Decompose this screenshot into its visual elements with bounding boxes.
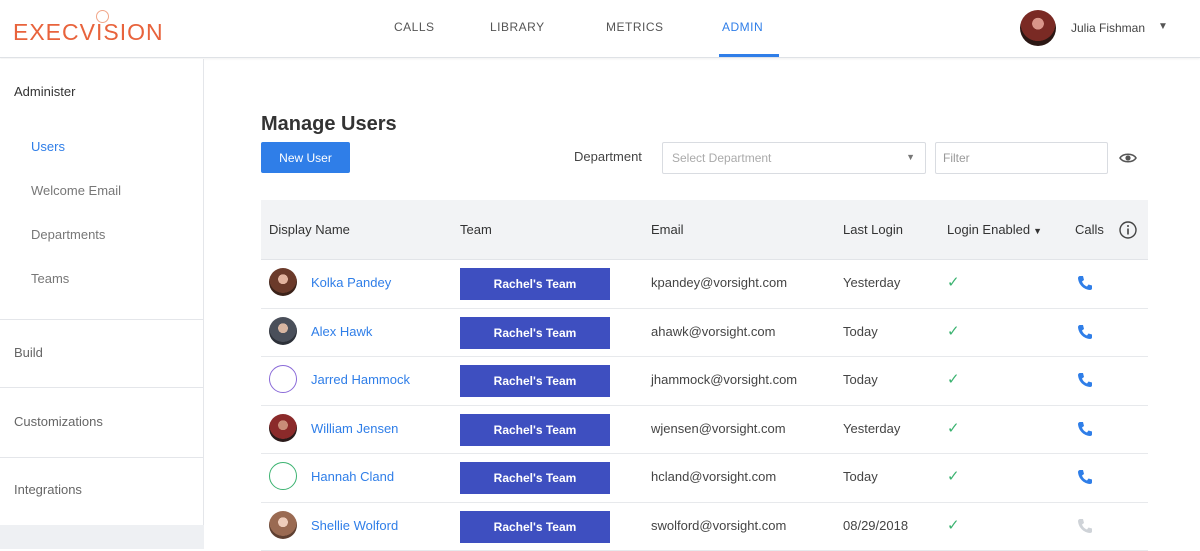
team-chip[interactable]: Rachel's Team (460, 268, 610, 300)
department-select-placeholder: Select Department (672, 151, 771, 165)
sidebar-divider (0, 319, 204, 320)
table-row: Jarred Hammock Rachel's Team jhammock@vo… (261, 357, 1148, 406)
user-email: ahawk@vorsight.com (651, 324, 775, 339)
user-avatar (269, 268, 297, 296)
column-header-last-login[interactable]: Last Login (843, 222, 903, 237)
chevron-down-icon[interactable]: ▼ (1158, 21, 1168, 32)
new-user-button[interactable]: New User (261, 142, 350, 173)
user-name-link[interactable]: Jarred Hammock (311, 372, 410, 387)
check-icon: ✓ (947, 467, 960, 485)
column-header-login-enabled[interactable]: Login Enabled▼ (947, 222, 1042, 237)
user-avatar (269, 365, 297, 393)
user-email: swolford@vorsight.com (651, 518, 786, 533)
sidebar-item-teams[interactable]: Teams (31, 271, 69, 286)
table-row: Kolka Pandey Rachel's Team kpandey@vorsi… (261, 260, 1148, 309)
user-name-link[interactable]: Kolka Pandey (311, 275, 391, 290)
filter-input[interactable] (935, 142, 1108, 174)
check-icon: ✓ (947, 419, 960, 437)
sidebar-item-departments[interactable]: Departments (31, 227, 105, 242)
sort-caret-icon[interactable]: ▼ (1033, 226, 1042, 236)
column-header-calls[interactable]: Calls (1075, 222, 1104, 237)
user-avatar (269, 462, 297, 490)
user-email: jhammock@vorsight.com (651, 372, 797, 387)
phone-icon[interactable] (1075, 370, 1095, 390)
sidebar-section-customizations[interactable]: Customizations (14, 414, 103, 429)
sidebar-section-build[interactable]: Build (14, 345, 43, 360)
sidebar-item-users[interactable]: Users (31, 139, 65, 154)
team-chip[interactable]: Rachel's Team (460, 511, 610, 543)
info-icon[interactable] (1118, 220, 1138, 240)
chevron-down-icon: ▼ (906, 152, 915, 162)
last-login: Yesterday (843, 275, 900, 290)
last-login: 08/29/2018 (843, 518, 908, 533)
check-icon: ✓ (947, 370, 960, 388)
nav-library[interactable]: LIBRARY (490, 20, 545, 34)
logo-mark-icon (96, 10, 109, 23)
nav-calls[interactable]: CALLS (394, 20, 435, 34)
users-table: Display Name Team Email Last Login Login… (261, 200, 1148, 551)
table-row: Hannah Cland Rachel's Team hcland@vorsig… (261, 454, 1148, 503)
team-chip[interactable]: Rachel's Team (460, 317, 610, 349)
last-login: Today (843, 372, 878, 387)
sidebar-divider (0, 457, 204, 458)
sidebar-heading-administer[interactable]: Administer (14, 84, 75, 99)
logo-text: EXECVISION (13, 19, 164, 45)
user-email: hcland@vorsight.com (651, 469, 776, 484)
last-login: Today (843, 324, 878, 339)
department-label: Department (574, 149, 642, 164)
eye-icon[interactable] (1118, 148, 1138, 168)
team-chip[interactable]: Rachel's Team (460, 462, 610, 494)
user-name-link[interactable]: Hannah Cland (311, 469, 394, 484)
sidebar-divider (0, 387, 204, 388)
login-enabled-label: Login Enabled (947, 222, 1030, 237)
team-chip[interactable]: Rachel's Team (460, 414, 610, 446)
execvision-logo[interactable]: EXECVISION (13, 19, 164, 46)
sidebar: Administer Users Welcome Email Departmen… (0, 59, 204, 549)
phone-icon[interactable] (1075, 322, 1095, 342)
table-row: William Jensen Rachel's Team wjensen@vor… (261, 406, 1148, 455)
last-login: Today (843, 469, 878, 484)
column-header-email[interactable]: Email (651, 222, 684, 237)
sidebar-section-integrations[interactable]: Integrations (14, 482, 82, 497)
user-name-link[interactable]: Alex Hawk (311, 324, 372, 339)
table-row: Alex Hawk Rachel's Team ahawk@vorsight.c… (261, 309, 1148, 358)
nav-metrics[interactable]: METRICS (606, 20, 664, 34)
last-login: Yesterday (843, 421, 900, 436)
phone-icon[interactable] (1075, 516, 1095, 536)
check-icon: ✓ (947, 516, 960, 534)
user-email: wjensen@vorsight.com (651, 421, 786, 436)
user-avatar (269, 414, 297, 442)
sidebar-item-welcome-email[interactable]: Welcome Email (31, 183, 121, 198)
user-email: kpandey@vorsight.com (651, 275, 787, 290)
user-avatar[interactable] (1020, 10, 1056, 46)
user-avatar (269, 511, 297, 539)
check-icon: ✓ (947, 273, 960, 291)
column-header-display-name[interactable]: Display Name (269, 222, 350, 237)
user-name-link[interactable]: Shellie Wolford (311, 518, 398, 533)
page-title: Manage Users (261, 113, 397, 136)
team-chip[interactable]: Rachel's Team (460, 365, 610, 397)
phone-icon[interactable] (1075, 273, 1095, 293)
nav-admin[interactable]: ADMIN (722, 20, 763, 34)
table-row: Shellie Wolford Rachel's Team swolford@v… (261, 503, 1148, 551)
user-avatar (269, 317, 297, 345)
phone-icon[interactable] (1075, 467, 1095, 487)
sidebar-footer (0, 525, 204, 549)
table-body: Kolka Pandey Rachel's Team kpandey@vorsi… (261, 260, 1148, 551)
column-header-team[interactable]: Team (460, 222, 492, 237)
phone-icon[interactable] (1075, 419, 1095, 439)
active-nav-indicator (719, 54, 779, 57)
department-select[interactable]: Select Department ▼ (662, 142, 926, 174)
user-name-link[interactable]: William Jensen (311, 421, 398, 436)
check-icon: ✓ (947, 322, 960, 340)
user-name[interactable]: Julia Fishman (1071, 21, 1145, 35)
top-bar: EXECVISION CALLS LIBRARY METRICS ADMIN J… (0, 0, 1200, 58)
table-header: Display Name Team Email Last Login Login… (261, 200, 1148, 260)
